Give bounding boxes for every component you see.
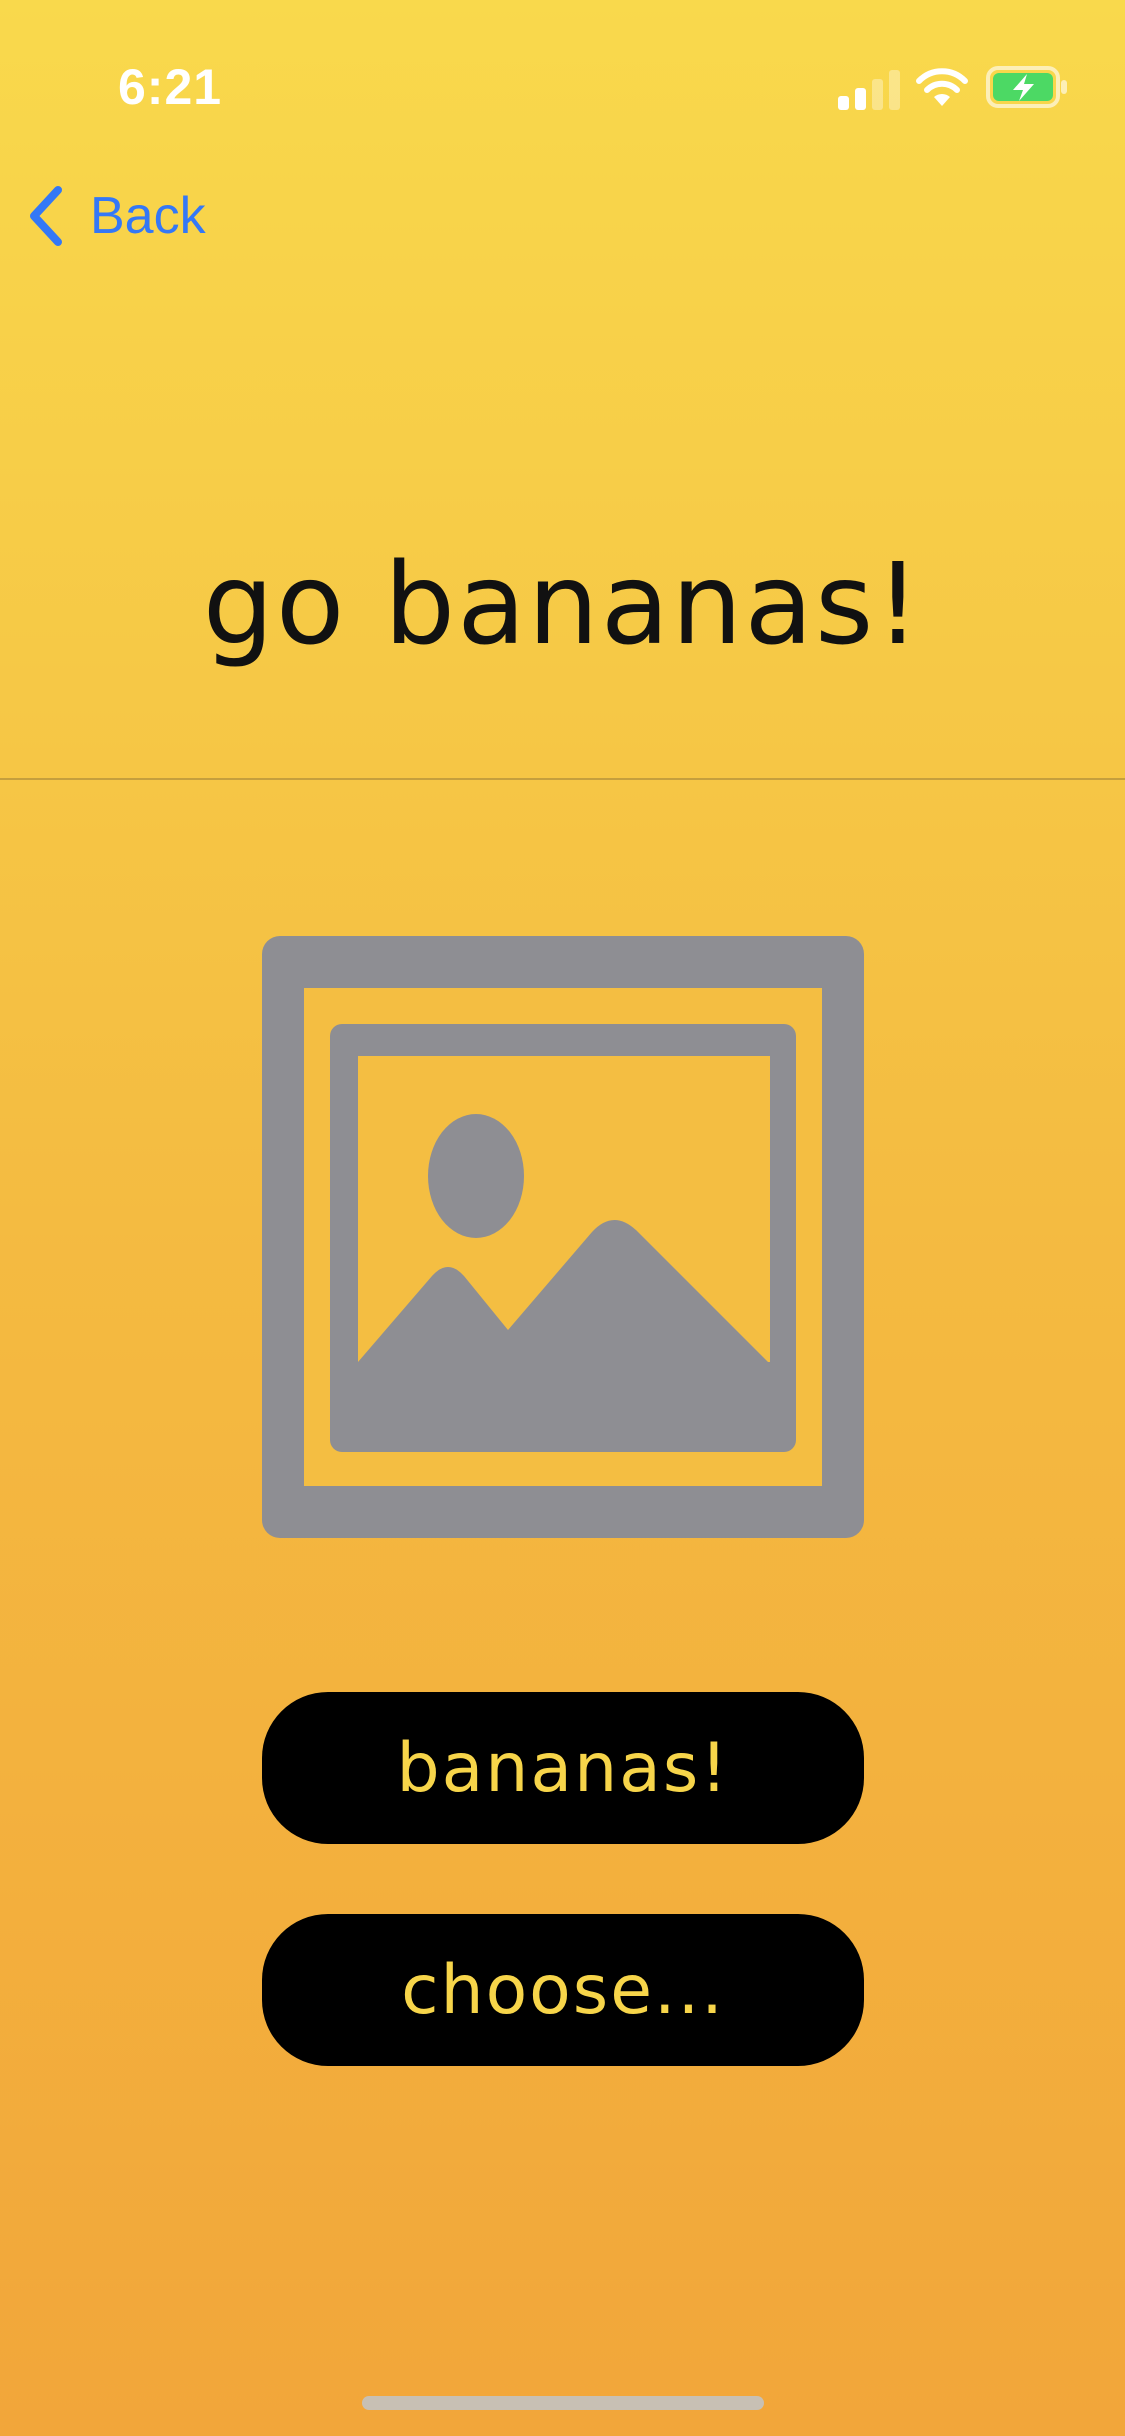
battery-charging-icon: [986, 66, 1067, 108]
choose-button[interactable]: choose...: [262, 1914, 864, 2066]
divider: [0, 778, 1125, 780]
back-button[interactable]: Back: [26, 184, 206, 248]
chevron-left-icon: [30, 186, 62, 246]
status-time: 6:21: [118, 59, 223, 115]
page-title: go bananas!: [202, 540, 923, 670]
image-placeholder-icon: [262, 936, 864, 1538]
bananas-button[interactable]: bananas!: [262, 1692, 864, 1844]
back-label: Back: [90, 187, 206, 245]
status-bar: 6:21: [0, 0, 1125, 132]
home-indicator[interactable]: [362, 2396, 764, 2410]
cellular-signal-icon: [838, 70, 900, 110]
wifi-icon: [916, 68, 968, 106]
